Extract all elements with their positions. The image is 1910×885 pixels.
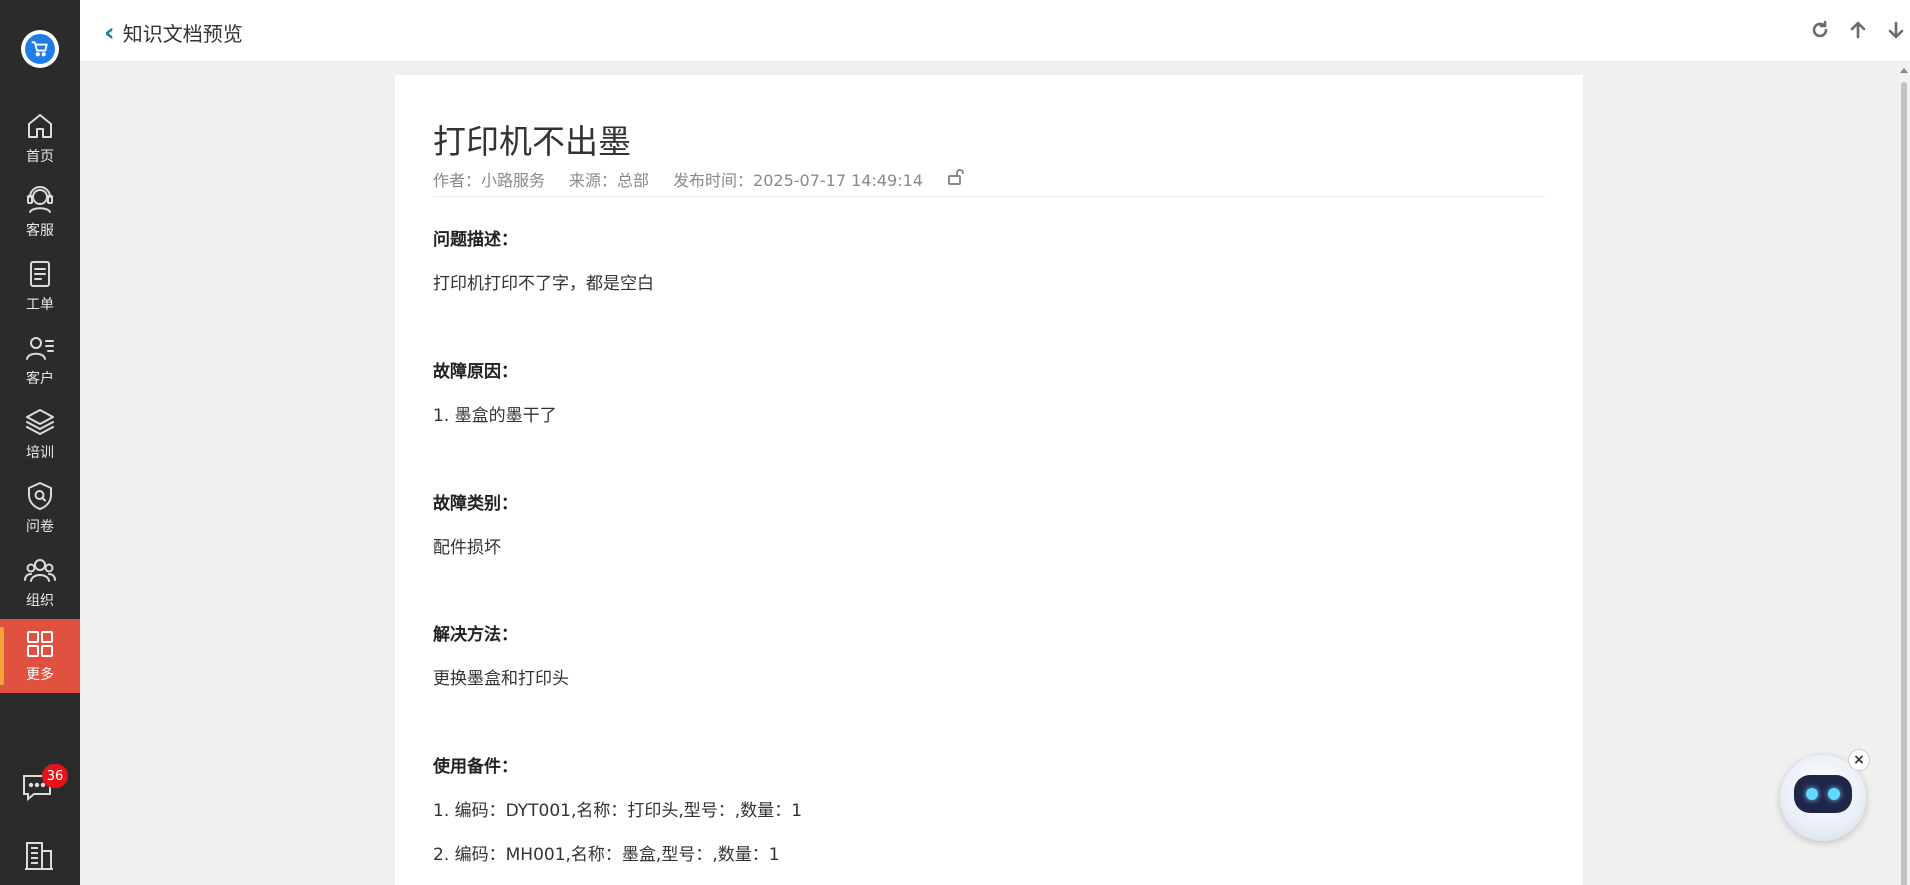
sidebar-item-label: 工单 [26,297,54,313]
sidebar-item-ticket[interactable]: 工单 [0,249,80,323]
robot-eye [1828,788,1840,800]
source: 来源：总部 [569,171,650,190]
customer-icon [26,337,54,360]
refresh-icon [1812,20,1828,38]
sidebar-item-more[interactable]: 更多 [0,619,80,693]
close-assistant-button[interactable]: × [1848,749,1870,771]
headset-icon [27,186,53,213]
shield-search-icon [28,482,52,510]
section-heading: 使用备件： [433,757,518,777]
layers-icon [26,409,54,435]
notification-badge: 36 [42,764,68,788]
header-tools [1810,18,1906,42]
home-icon [28,114,52,138]
sidebar-item-organization[interactable]: 组织 [0,545,80,619]
building-button[interactable] [22,838,56,876]
publish-time: 发布时间：2025-07-17 14:49:14 [673,171,923,190]
scroll-up-arrow[interactable] [1900,68,1908,73]
section-heading: 故障原因： [433,362,518,382]
section-heading: 解决方法： [433,625,518,645]
next-button[interactable] [1886,18,1906,42]
section-text: 1. 编码：DYT001,名称：打印头,型号：,数量：1 [433,801,803,821]
robot-eye [1806,788,1818,800]
sidebar-item-survey[interactable]: 问卷 [0,471,80,545]
sidebar-item-label: 问卷 [26,519,54,535]
scroll-thumb[interactable] [1901,82,1907,885]
sidebar-item-customer[interactable]: 客户 [0,323,80,397]
grid-icon [27,631,53,657]
section-heading: 问题描述： [433,230,518,250]
document-card: 打印机不出墨 作者：小路服务 来源：总部 发布时间：2025-07-17 14:… [395,75,1583,885]
page-title: 知识文档预览 [122,22,243,46]
sidebar-item-label: 培训 [26,445,54,461]
sidebar-item-label: 首页 [26,149,54,165]
robot-icon [1794,775,1852,813]
cart-icon [25,34,55,64]
app-logo[interactable] [21,30,59,68]
scrollbar[interactable] [1898,62,1910,885]
author: 作者：小路服务 [433,171,546,190]
sidebar: 首页 客服 工单 客户 培训 问卷 组织 更多 36 [0,0,80,885]
sidebar-item-label: 客服 [26,223,54,239]
sidebar-item-label: 更多 [26,667,54,683]
document-title: 打印机不出墨 [433,122,631,161]
unlock-icon[interactable] [947,168,967,190]
sidebar-item-label: 客户 [26,371,54,387]
previous-button[interactable] [1848,18,1868,42]
sidebar-item-home[interactable]: 首页 [0,101,80,175]
document-meta: 作者：小路服务 来源：总部 发布时间：2025-07-17 14:49:14 [433,167,967,191]
sidebar-item-service[interactable]: 客服 [0,175,80,249]
top-header: ‹ 知识文档预览 [80,0,1910,62]
sidebar-item-label: 组织 [26,593,54,609]
section-text: 更换墨盒和打印头 [433,669,569,689]
section-text: 1. 墨盒的墨干了 [433,406,557,426]
back-button[interactable]: ‹ 知识文档预览 [104,18,243,47]
arrow-up-icon [1850,21,1866,39]
sidebar-item-training[interactable]: 培训 [0,397,80,471]
section-text: 配件损坏 [433,538,501,558]
section-text: 打印机打印不了字，都是空白 [433,274,654,294]
ticket-icon [30,261,50,287]
arrow-down-icon [1888,21,1904,39]
divider [433,196,1545,197]
group-icon [24,559,56,582]
refresh-button[interactable] [1810,18,1830,42]
section-text: 2. 编码：MH001,名称：墨盒,型号：,数量：1 [433,845,780,865]
section-heading: 故障类别： [433,494,518,514]
building-icon [25,842,53,870]
chat-button[interactable]: 36 [20,764,68,810]
chevron-left-icon: ‹ [104,17,115,48]
